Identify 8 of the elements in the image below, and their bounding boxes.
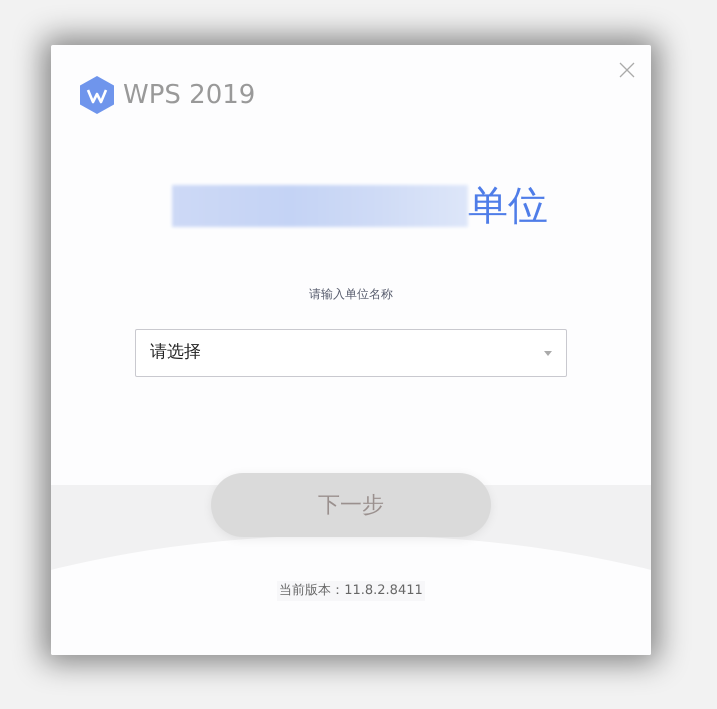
- unit-dropdown[interactable]: 请选择: [135, 329, 567, 377]
- heading: 单位: [468, 186, 548, 226]
- version-text: 当前版本：11.8.2.8411: [277, 581, 425, 600]
- close-icon[interactable]: [619, 62, 635, 78]
- logo-icon: [80, 76, 114, 114]
- app-title: WPS 2019: [123, 78, 256, 112]
- caret-icon: [544, 350, 552, 356]
- field-label: 请输入单位名称: [309, 286, 393, 303]
